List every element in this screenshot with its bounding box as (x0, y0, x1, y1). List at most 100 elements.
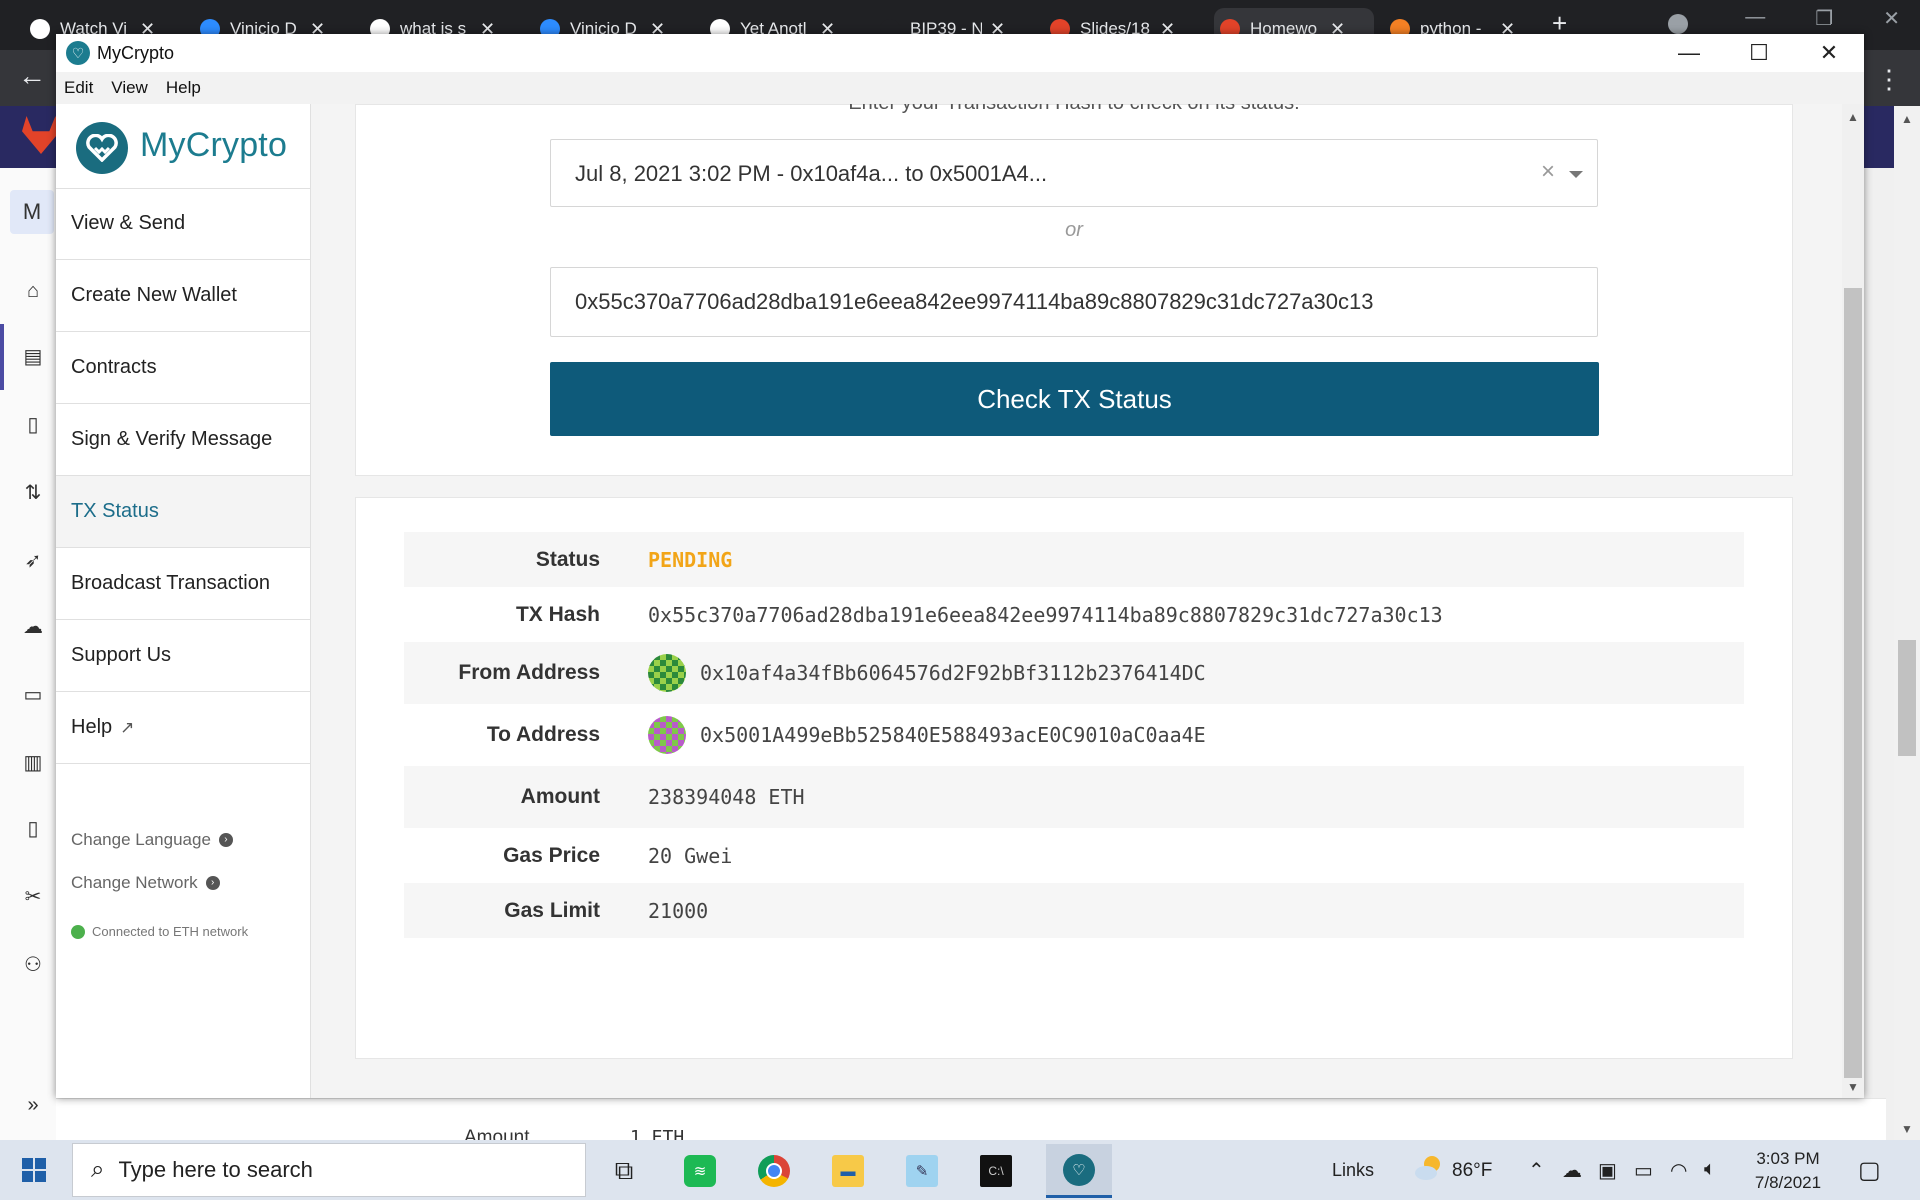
sidebar-item-label: View & Send (71, 212, 186, 234)
menu-edit[interactable]: Edit (56, 72, 102, 104)
sidebar-item-tx-status[interactable]: TX Status (56, 476, 310, 548)
rocket-icon[interactable]: ➶ (22, 550, 44, 572)
expand-sidebar-icon[interactable]: » (22, 1094, 44, 1116)
gas-price-label: Gas Price (503, 843, 600, 867)
file-explorer-icon[interactable]: ▬ (818, 1144, 878, 1198)
members-icon[interactable]: ⚇ (22, 954, 44, 976)
detail-row-to: To Address 0x5001A499eBb525840E588493acE… (404, 704, 1744, 766)
gas-limit-label: Gas Limit (504, 898, 600, 922)
scroll-down-icon[interactable]: ▼ (1847, 1080, 1859, 1094)
home-icon[interactable]: ⌂ (22, 280, 44, 302)
tx-hash-label: TX Hash (515, 602, 600, 626)
tab-search-icon[interactable] (1668, 14, 1688, 34)
status-label: Status (535, 547, 600, 571)
links-toolbar[interactable]: Links (1332, 1160, 1374, 1181)
back-arrow-icon[interactable]: ← (18, 60, 46, 92)
taskbar-search-box[interactable]: ⌕ Type here to search (72, 1143, 586, 1197)
sidebar-item-help[interactable]: Help ↗ (56, 692, 310, 764)
snippets-icon[interactable]: ✂ (22, 886, 44, 908)
sidebar-item-broadcast-transaction[interactable]: Broadcast Transaction (56, 548, 310, 620)
change-language-link[interactable]: Change Language › (71, 830, 233, 850)
project-avatar[interactable]: M (10, 190, 54, 234)
close-icon[interactable]: ✕ (1883, 6, 1900, 31)
gitlab-active-indicator (0, 324, 4, 390)
app-scroll-thumb[interactable] (1844, 288, 1862, 1078)
minimize-icon[interactable]: — (1745, 6, 1765, 31)
sidebar-item-label: Contracts (71, 356, 157, 378)
from-address-label: From Address (458, 661, 600, 684)
display-icon[interactable]: ▣ (1598, 1158, 1617, 1183)
external-link-icon: ↗ (120, 717, 135, 737)
spotify-icon[interactable]: ≋ (670, 1144, 730, 1198)
from-address-value: 0x10af4a34fBb6064576d2F92bBf3112b2376414… (700, 661, 1206, 685)
check-tx-status-button[interactable]: Check TX Status (550, 362, 1599, 436)
chevron-up-icon[interactable]: ⌃ (1528, 1158, 1545, 1183)
sidebar-item-label: Help (71, 716, 113, 738)
tx-lookup-card: Enter your Transaction Hash to check on … (355, 104, 1793, 476)
browser-window-controls: — ❐ ✕ (1745, 6, 1900, 31)
temperature[interactable]: 86°F (1452, 1160, 1492, 1182)
recent-tx-select-value: Jul 8, 2021 3:02 PM - 0x10af4a... to 0x5… (575, 161, 1048, 186)
brand-name: MyCrypto (140, 126, 288, 164)
sidebar-item-label: Create New Wallet (71, 284, 237, 306)
arrow-circle-icon: › (205, 876, 220, 890)
task-view-icon[interactable]: ⧉ (594, 1144, 654, 1198)
sidebar-item-label: Support Us (71, 644, 172, 666)
package-icon[interactable]: ▭ (22, 684, 44, 706)
menu-view[interactable]: View (102, 72, 157, 104)
brand-header[interactable]: MyCrypto (56, 104, 310, 189)
chrome-icon[interactable] (744, 1144, 804, 1198)
from-identicon-icon (648, 654, 686, 692)
detail-row-gas-price: Gas Price 20 Gwei (404, 828, 1744, 883)
mycrypto-taskbar-icon[interactable]: ♡ (1046, 1144, 1112, 1198)
tx-details-card: Status PENDING TX Hash 0x55c370a7706ad28… (355, 497, 1793, 1059)
caret-down-icon[interactable] (1569, 171, 1583, 178)
amount-value: 238394048 ETH (648, 785, 805, 809)
sidebar-item-label: TX Status (71, 500, 159, 522)
notifications-icon[interactable]: ▢ (1858, 1156, 1881, 1185)
weather-sun-cloud-icon[interactable] (1414, 1154, 1444, 1182)
windows-start-icon[interactable] (22, 1158, 46, 1182)
battery-icon[interactable]: ▭ (1634, 1158, 1653, 1183)
minimize-button[interactable]: — (1654, 34, 1724, 72)
amount-label: Amount (520, 785, 600, 808)
tx-hash-input[interactable] (550, 267, 1598, 337)
browser-scrollbar[interactable] (1894, 106, 1920, 1140)
restore-icon[interactable]: ❐ (1815, 6, 1833, 31)
sidebar-item-view-send[interactable]: View & Send (56, 188, 310, 260)
network-status: Connected to ETH network (71, 924, 248, 939)
terminal-icon[interactable]: C:\ (966, 1144, 1026, 1198)
analytics-icon[interactable]: ▥ (22, 752, 44, 774)
sidebar-item-sign-verify-message[interactable]: Sign & Verify Message (56, 404, 310, 476)
document-icon[interactable]: ▤ (22, 346, 44, 368)
gitlab-page-content: Amount 1 ETH (56, 1098, 1886, 1148)
sidebar-item-support-us[interactable]: Support Us (56, 620, 310, 692)
notepad-icon[interactable]: ✎ (892, 1144, 952, 1198)
close-button[interactable]: ✕ (1794, 34, 1864, 72)
scroll-up-icon[interactable]: ▲ (1901, 112, 1913, 126)
recent-tx-select[interactable]: Jul 8, 2021 3:02 PM - 0x10af4a... to 0x5… (550, 139, 1598, 207)
onedrive-icon[interactable]: ☁ (1562, 1158, 1582, 1183)
issues-icon[interactable]: ▯ (22, 414, 44, 436)
sidebar-item-contracts[interactable]: Contracts (56, 332, 310, 404)
browser-scroll-thumb[interactable] (1898, 640, 1916, 756)
clock[interactable]: 3:03 PM 7/8/2021 (1746, 1147, 1830, 1195)
change-language-label: Change Language (71, 830, 211, 849)
sidebar-item-create-new-wallet[interactable]: Create New Wallet (56, 260, 310, 332)
merge-request-icon[interactable]: ⇅ (22, 482, 44, 504)
scroll-up-icon[interactable]: ▲ (1847, 110, 1859, 124)
scroll-down-icon[interactable]: ▼ (1901, 1122, 1913, 1136)
detail-row-gas-limit: Gas Limit 21000 (404, 883, 1744, 938)
cloud-icon[interactable]: ☁ (22, 616, 44, 638)
maximize-button[interactable]: ☐ (1724, 34, 1794, 72)
change-network-link[interactable]: Change Network › (71, 873, 220, 893)
sidebar: MyCrypto View & Send Create New Wallet Con… (56, 104, 311, 1098)
clear-icon[interactable]: × (1541, 158, 1555, 186)
wifi-icon[interactable]: ◠ (1670, 1158, 1687, 1183)
volume-icon[interactable]: 🔈︎ (1704, 1158, 1716, 1181)
globe-icon (30, 19, 50, 39)
menu-help[interactable]: Help (157, 72, 210, 104)
wiki-icon[interactable]: ▯ (22, 818, 44, 840)
to-address-label: To Address (486, 723, 600, 746)
browser-menu-icon[interactable]: ⋮ (1876, 64, 1902, 95)
